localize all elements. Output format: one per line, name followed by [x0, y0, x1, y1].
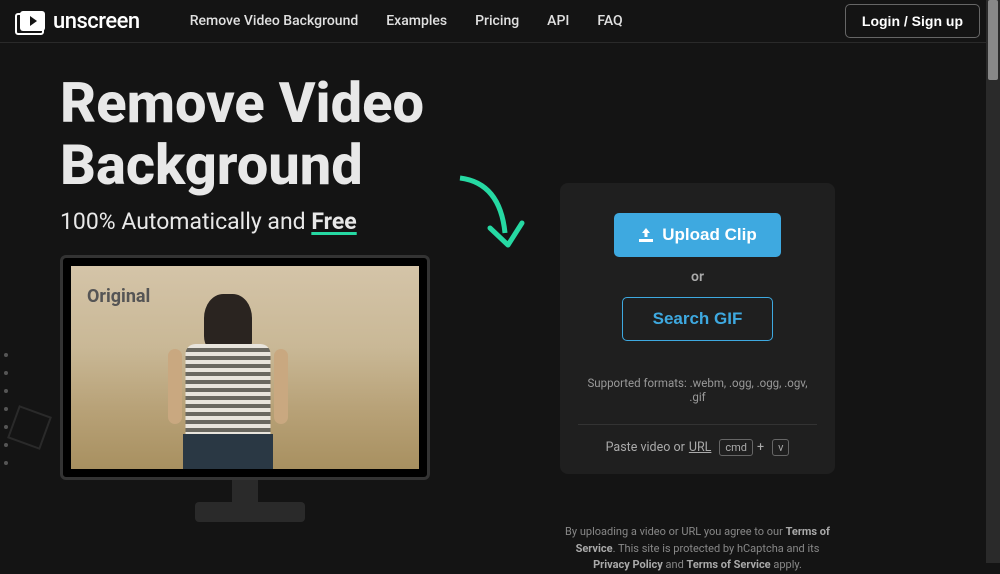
kbd-cmd: cmd [719, 439, 753, 456]
original-label: Original [87, 286, 150, 307]
url-link[interactable]: URL [689, 440, 712, 455]
nav-remove-bg[interactable]: Remove Video Background [190, 13, 359, 29]
nav-api[interactable]: API [547, 13, 569, 29]
header: unscreen Remove Video Background Example… [0, 0, 1000, 43]
nav-pricing[interactable]: Pricing [475, 13, 519, 29]
subtitle: 100% Automatically and Free [60, 208, 490, 235]
demo-video: Original [71, 266, 419, 469]
search-gif-button[interactable]: Search GIF [622, 297, 774, 341]
supported-formats: Supported formats: .webm, .ogg, .ogg, .o… [578, 376, 817, 404]
play-icon [20, 11, 45, 31]
scrollbar-thumb[interactable] [988, 0, 998, 80]
demo-monitor: Original [60, 255, 430, 530]
scrollbar[interactable] [986, 0, 1000, 563]
page-title: Remove Video Background [60, 73, 490, 196]
or-divider: or [578, 269, 817, 285]
main-nav: Remove Video Background Examples Pricing… [190, 13, 623, 29]
nav-faq[interactable]: FAQ [597, 13, 622, 29]
legal-text: By uploading a video or URL you agree to… [560, 524, 835, 574]
arrow-icon [450, 173, 530, 263]
upload-clip-button[interactable]: Upload Clip [614, 213, 780, 257]
login-signup-button[interactable]: Login / Sign up [845, 4, 980, 38]
kbd-v: v [772, 439, 789, 456]
upload-panel: Upload Clip or Search GIF Supported form… [560, 183, 835, 474]
privacy-link[interactable]: Privacy Policy [593, 558, 663, 571]
paste-row: Paste video or URL cmd + v [578, 424, 817, 456]
tos-link-2[interactable]: Terms of Service [687, 558, 771, 571]
logo[interactable]: unscreen [20, 9, 140, 34]
upload-icon [638, 228, 654, 242]
logo-text: unscreen [53, 9, 140, 34]
nav-examples[interactable]: Examples [386, 13, 447, 29]
